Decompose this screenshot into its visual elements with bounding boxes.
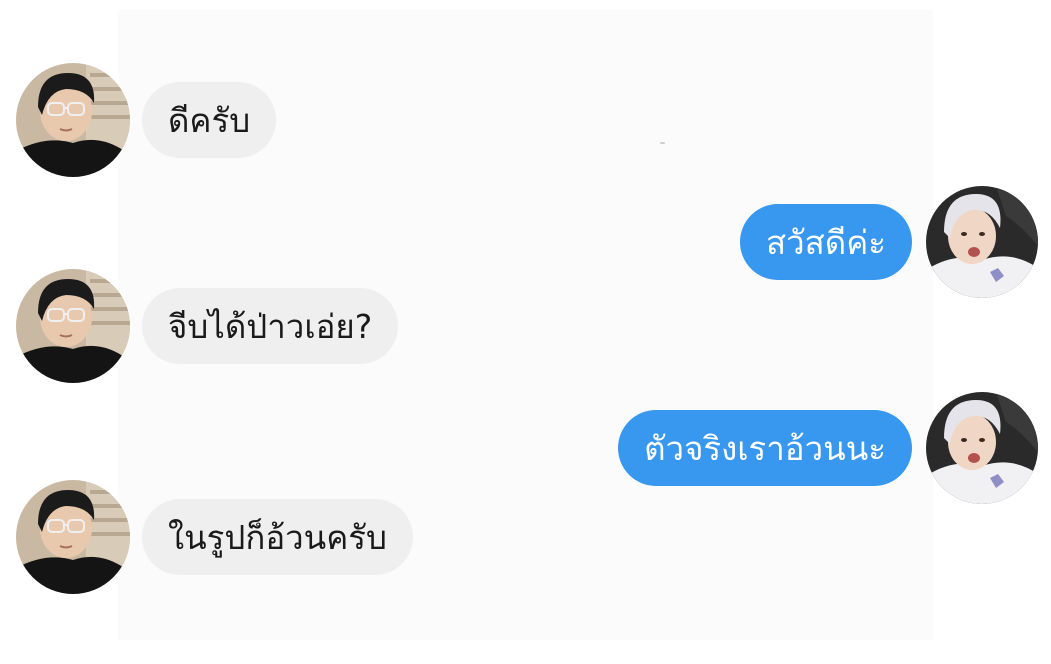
message-bubble-outgoing[interactable]: สวัสดีค่ะ bbox=[739, 204, 912, 280]
avatar-photo-icon bbox=[926, 392, 1038, 504]
avatar-sender[interactable] bbox=[16, 269, 130, 383]
message-bubble-incoming[interactable]: ในรูปก็อ้วนครับ bbox=[142, 499, 413, 575]
artifact-mark bbox=[660, 142, 665, 144]
message-bubble-outgoing[interactable]: ตัวจริงเราอ้วนนะ bbox=[618, 410, 912, 486]
message-row-outgoing: สวัสดีค่ะ bbox=[739, 186, 1038, 298]
message-row-outgoing: ตัวจริงเราอ้วนนะ bbox=[618, 392, 1038, 504]
avatar-photo-icon bbox=[16, 269, 130, 383]
avatar-photo-icon bbox=[16, 480, 130, 594]
message-bubble-incoming[interactable]: ดีครับ bbox=[142, 82, 277, 158]
avatar-photo-icon bbox=[16, 63, 130, 177]
message-bubble-incoming[interactable]: จีบได้ป่าวเอ่ย? bbox=[142, 288, 399, 364]
message-row-incoming: จีบได้ป่าวเอ่ย? bbox=[16, 269, 399, 383]
avatar-sender[interactable] bbox=[16, 63, 130, 177]
avatar-photo-icon bbox=[926, 186, 1038, 298]
message-row-incoming: ในรูปก็อ้วนครับ bbox=[16, 480, 413, 594]
avatar-self[interactable] bbox=[926, 186, 1038, 298]
avatar-self[interactable] bbox=[926, 392, 1038, 504]
avatar-sender[interactable] bbox=[16, 480, 130, 594]
message-row-incoming: ดีครับ bbox=[16, 63, 277, 177]
chat-screenshot: ดีครับ สวัสดีค่ะ จีบได้ป่าวเอ่ย? ตัวจริง… bbox=[0, 0, 1051, 664]
